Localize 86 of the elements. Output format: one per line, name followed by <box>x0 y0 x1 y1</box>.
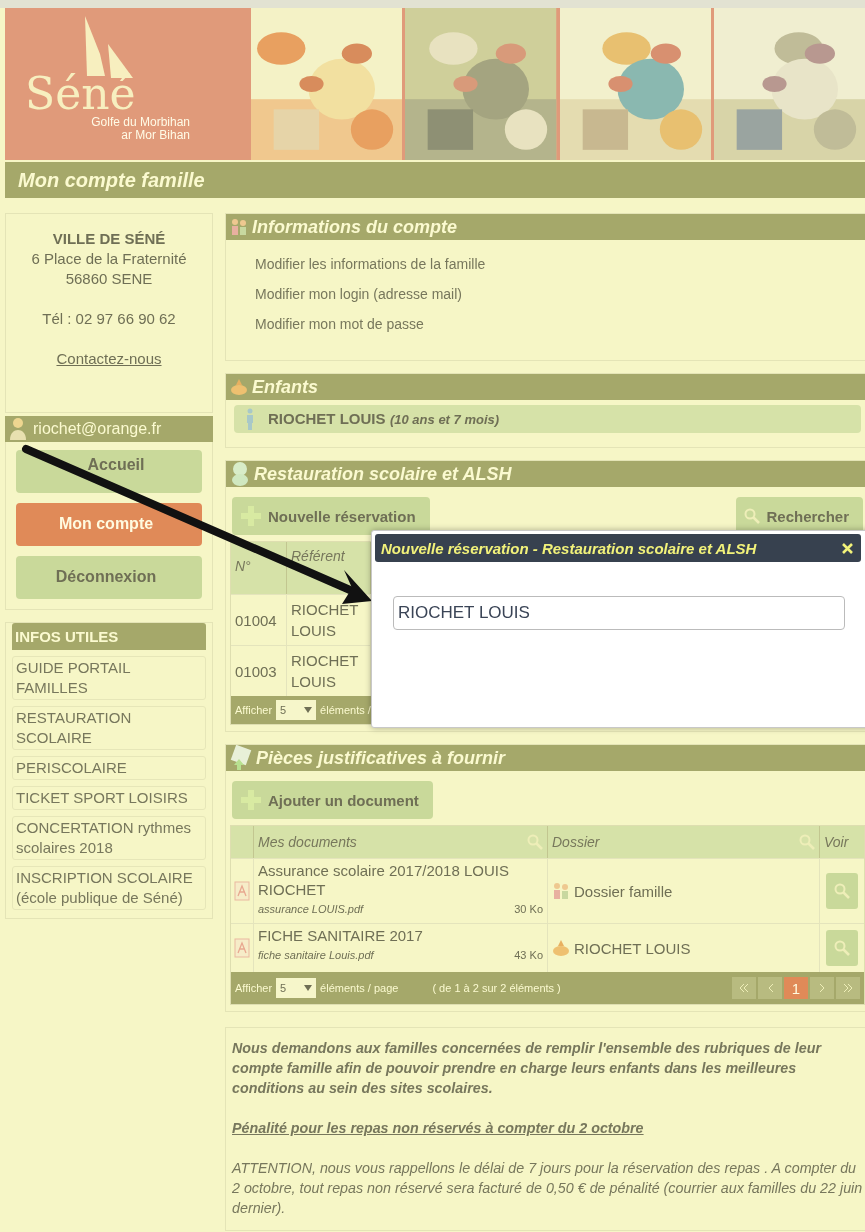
bag-icon <box>230 378 248 396</box>
view-button[interactable] <box>826 873 858 909</box>
dialog-title: Nouvelle réservation - Restauration scolaire et ALSH <box>381 539 757 557</box>
close-button[interactable] <box>842 542 853 554</box>
caret-icon <box>304 985 313 991</box>
page-title: Mon compte famille <box>18 168 205 192</box>
folder-name: RIOCHET LOUIS <box>574 938 691 959</box>
info-link[interactable]: CONCERTATION rythmes scolaires 2018 <box>12 816 206 860</box>
search-icon <box>527 834 543 850</box>
panel-title: Pièces justificatives à fournir <box>256 747 506 769</box>
documents-icon <box>230 745 252 771</box>
info-link[interactable]: PERISCOLAIRE <box>12 756 206 780</box>
child-age: (10 ans et 7 mois) <box>389 412 500 427</box>
user-icon <box>9 417 27 441</box>
search-icon <box>834 940 850 956</box>
info-link[interactable]: RESTAURATION SCOLAIRE <box>12 706 206 750</box>
previous-page-button[interactable] <box>758 977 782 999</box>
double-chevron-left-icon <box>739 984 749 992</box>
page-size-select[interactable]: 5 <box>276 978 317 998</box>
family-icon <box>230 218 248 236</box>
file-name: fiche sanitaire Louis.pdf <box>258 948 374 963</box>
last-page-button[interactable] <box>836 977 860 999</box>
child-row[interactable]: RIOCHET LOUIS (10 ans et 7 mois) <box>234 405 861 433</box>
bag-icon <box>552 939 570 957</box>
file-size: 30 Ko <box>514 902 543 917</box>
info-link[interactable]: GUIDE PORTAIL FAMILLES <box>12 656 206 700</box>
info-title: INFOS UTILES <box>12 623 206 650</box>
info-link[interactable]: INSCRIPTION SCOLAIRE (école publique de Séné) <box>12 866 206 910</box>
pdf-icon <box>234 938 250 958</box>
table-cell: 01004 <box>231 595 287 645</box>
panel-title: Restauration scolaire et ALSH <box>254 463 512 485</box>
per-page-label: éléments / <box>320 704 371 716</box>
chevron-left-icon <box>767 984 773 992</box>
info-link[interactable]: TICKET SPORT LOISIRS <box>12 786 206 810</box>
results-summary: ( de 1 à 2 sur 2 éléments ) <box>432 982 561 994</box>
child-figure-icon <box>246 408 254 430</box>
folder-name: Dossier famille <box>574 881 673 902</box>
family-icon <box>552 882 570 900</box>
show-label: Afficher <box>235 982 273 994</box>
column-header[interactable]: Dossier <box>548 826 820 858</box>
new-reservation-button[interactable]: Nouvelle réservation <box>232 497 430 535</box>
mascot-icon <box>230 461 250 487</box>
file-name: assurance LOUIS.pdf <box>258 902 364 917</box>
search-icon <box>744 508 761 524</box>
panel-title: Enfants <box>252 376 318 398</box>
notice-intro: Nous demandons aux familles concernées de remplir l'ensemble des rubriques de leur compte famille afin de pouvoir prendre en charge leurs enfants dans les meilleures conditions au sein des sites scolaires. <box>232 1039 823 1098</box>
account-link[interactable]: Modifier mon login (adresse mail) <box>255 286 865 302</box>
address-line: 56860 SENE <box>65 269 153 289</box>
child-select-field[interactable]: RIOCHET LOUIS <box>393 596 845 630</box>
user-email: riochet@orange.fr <box>33 420 162 438</box>
contact-link[interactable]: Contactez-nous <box>56 349 162 369</box>
search-icon <box>834 883 850 899</box>
panel-title: Informations du compte <box>252 216 457 238</box>
notice-text: ATTENTION, nous vous rappellons le délai de 7 jours pour la réservation des repas . A compter du 2 octobre, tout repas non réservé sera facturé de 0,50 € de pénalité (courrier aux familles du 22 juin dernier). <box>232 1159 863 1218</box>
column-header[interactable]: Mes documents <box>254 826 548 858</box>
column-header[interactable]: Voir <box>820 826 864 858</box>
nav-button[interactable]: Mon compte <box>16 503 202 546</box>
logo-tagline: ar Mor Bihan <box>121 128 190 142</box>
per-page-label: éléments / page <box>320 982 399 994</box>
address-line: 6 Place de la Fraternité <box>31 249 187 269</box>
pdf-icon <box>234 881 250 901</box>
first-page-button[interactable] <box>732 977 756 999</box>
column-header[interactable]: N° <box>231 542 287 594</box>
logo-name: Séné <box>25 72 136 116</box>
show-label: Afficher <box>235 704 273 716</box>
notice-heading: Pénalité pour les repas non réservés à compter du 2 octobre <box>232 1119 645 1138</box>
child-name: RIOCHET LOUIS <box>268 410 386 427</box>
double-chevron-right-icon <box>843 984 853 992</box>
logo-tagline: Golfe du Morbihan <box>91 116 190 129</box>
file-size: 43 Ko <box>514 948 543 963</box>
phone-number: Tél : 02 97 66 90 62 <box>42 309 176 329</box>
page-size-select[interactable]: 5 <box>276 700 317 720</box>
close-icon <box>842 542 853 554</box>
view-button[interactable] <box>826 930 858 966</box>
nav-button[interactable]: Déconnexion <box>16 556 202 599</box>
town-name: VILLE DE SÉNÉ <box>52 229 166 249</box>
add-document-button[interactable]: Ajouter un document <box>232 781 433 819</box>
account-link[interactable]: Modifier mon mot de passe <box>255 316 865 332</box>
page-button[interactable]: 1 <box>784 977 808 999</box>
document-title: Assurance scolaire 2017/2018 LOUIS RIOCHET <box>258 861 510 899</box>
document-title: FICHE SANITAIRE 2017 <box>258 926 424 945</box>
account-link[interactable]: Modifier les informations de la famille <box>255 256 865 272</box>
caret-icon <box>304 707 313 713</box>
next-page-button[interactable] <box>810 977 834 999</box>
search-icon <box>799 834 815 850</box>
chevron-right-icon <box>819 984 825 992</box>
